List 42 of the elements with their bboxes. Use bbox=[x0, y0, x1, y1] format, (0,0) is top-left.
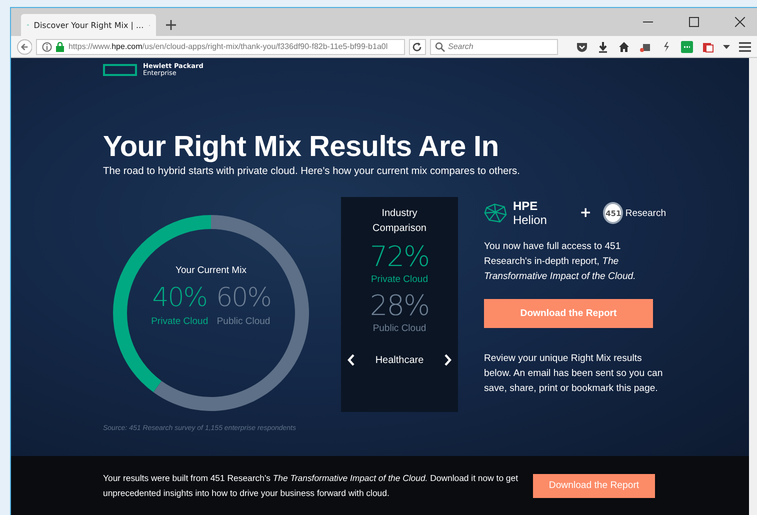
lock-icon bbox=[56, 42, 64, 52]
pocket-icon[interactable] bbox=[576, 40, 588, 52]
chevron-right-icon[interactable] bbox=[444, 354, 452, 366]
extension-icon[interactable] bbox=[681, 40, 694, 52]
download-icon[interactable] bbox=[597, 40, 610, 52]
new-tab-icon[interactable] bbox=[166, 20, 176, 30]
percent-value: 28% bbox=[370, 289, 430, 323]
brand-name: HPE Helion bbox=[512, 199, 548, 227]
sector-label: Healthcare bbox=[375, 354, 424, 366]
chevron-left-icon[interactable] bbox=[347, 354, 355, 366]
category-label: Private Cloud bbox=[151, 316, 208, 327]
page-subtitle: The road to hybrid starts with private cloud. Here's how your current mix compares to others. bbox=[103, 166, 521, 177]
access-text: You now have full access to 451 Research's in-depth report, The Transformative Impact of the Cloud. bbox=[484, 240, 637, 284]
panel-heading: Industry Comparison bbox=[372, 207, 428, 236]
search-field[interactable]: Search bbox=[430, 38, 558, 54]
menu-icon[interactable] bbox=[739, 42, 752, 52]
network-logo-icon bbox=[484, 202, 507, 224]
footer-text: Your results were built from 451 Research's The Transformative Impact of the Cloud. Download it now to get unprecedented insights into how to drive your business forward with cloud. bbox=[103, 472, 520, 500]
review-text: Review your unique Right Mix results below. An email has been sent so you can save, share, print or bookmark this page. bbox=[484, 352, 664, 396]
brand-name: Research bbox=[625, 208, 666, 218]
caret-icon[interactable] bbox=[723, 44, 730, 48]
scrollbar[interactable] bbox=[749, 58, 757, 515]
reload-button[interactable] bbox=[408, 38, 426, 54]
category-label: Private Cloud bbox=[370, 274, 428, 285]
maximize-icon[interactable] bbox=[689, 17, 699, 27]
percent-value: 60% bbox=[216, 282, 271, 314]
plus-sign: + bbox=[580, 205, 592, 221]
reload-icon bbox=[412, 42, 422, 52]
logo-icon bbox=[103, 64, 137, 76]
percent-value: 72% bbox=[370, 240, 430, 274]
pdf-icon[interactable] bbox=[702, 40, 714, 52]
category-label: Public Cloud bbox=[216, 316, 270, 327]
address-bar[interactable]: https://www.hpe.com/us/en/cloud-apps/right-mix/thank-you/f336df90-f82b-11e5-bf99-b1a0l bbox=[36, 38, 405, 54]
home-icon[interactable] bbox=[618, 40, 630, 52]
info-icon[interactable] bbox=[42, 42, 52, 52]
page-title: Your Right Mix Results Are In bbox=[103, 130, 500, 164]
percent-value: 40% bbox=[152, 282, 207, 314]
category-label: Public Cloud bbox=[372, 323, 426, 334]
browser-tab[interactable]: Discover Your Right Mix | ... bbox=[21, 14, 156, 36]
search-icon bbox=[435, 42, 446, 52]
chart-title: Your Current Mix bbox=[176, 265, 246, 276]
back-icon[interactable] bbox=[17, 38, 32, 54]
